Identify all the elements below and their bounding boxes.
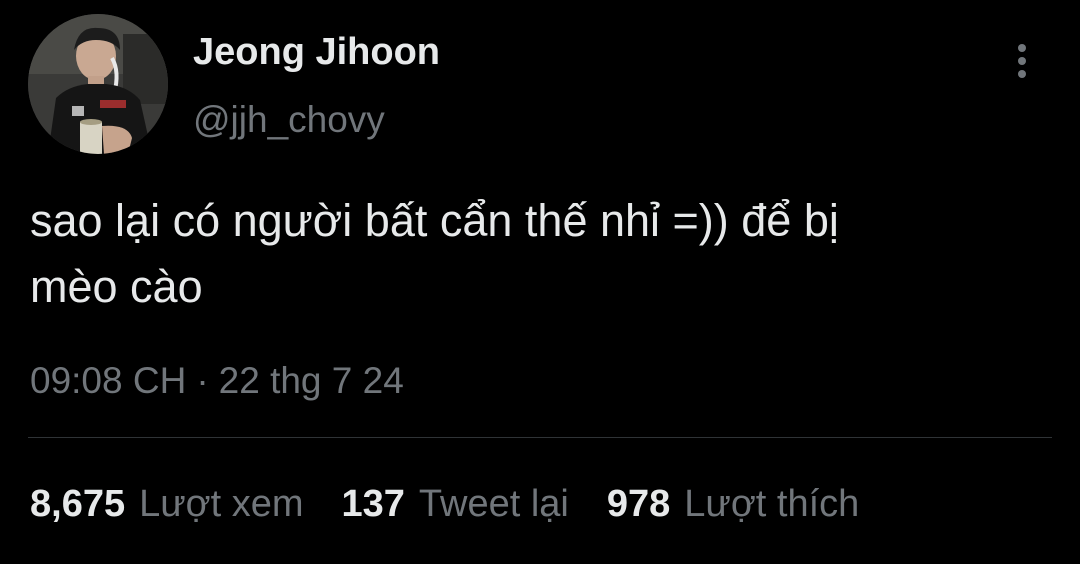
- views-label: Lượt xem: [139, 483, 304, 525]
- retweets-label: Tweet lại: [418, 483, 569, 525]
- display-name[interactable]: Jeong Jihoon: [193, 30, 440, 74]
- likes-stat[interactable]: 978 Lượt thích: [607, 480, 859, 528]
- tweet-date: 22 thg 7 24: [218, 360, 404, 401]
- likes-label: Lượt thích: [684, 483, 860, 525]
- retweets-count: 137: [341, 483, 405, 525]
- tweet-text: sao lại có người bất cẩn thế nhỉ =)) để …: [30, 188, 1060, 320]
- tweet-detail: Jeong Jihoon @jjh_chovy sao lại có người…: [0, 0, 1080, 564]
- more-options-button[interactable]: [1002, 38, 1042, 84]
- user-handle[interactable]: @jjh_chovy: [193, 98, 385, 142]
- views-count: 8,675: [30, 483, 126, 525]
- tweet-text-line: mèo cào: [30, 261, 203, 312]
- timestamp-separator: ·: [196, 360, 209, 401]
- more-vertical-icon-dot: [1018, 57, 1026, 65]
- tweet-time: 09:08 CH: [30, 360, 187, 401]
- likes-count: 978: [606, 483, 671, 525]
- avatar-photo: [28, 14, 168, 154]
- more-vertical-icon: [1018, 44, 1026, 52]
- avatar[interactable]: [28, 14, 168, 154]
- divider: [28, 437, 1052, 438]
- retweets-stat[interactable]: 137 Tweet lại: [342, 480, 569, 528]
- tweet-text-line: sao lại có người bất cẩn thế nhỉ =)) để …: [30, 195, 839, 246]
- tweet-timestamp[interactable]: 09:08 CH · 22 thg 7 24: [30, 358, 404, 404]
- tweet-stats: 8,675 Lượt xem 137 Tweet lại 978 Lượt th…: [30, 480, 897, 528]
- views-stat[interactable]: 8,675 Lượt xem: [30, 480, 304, 528]
- more-vertical-icon-dot: [1018, 70, 1026, 78]
